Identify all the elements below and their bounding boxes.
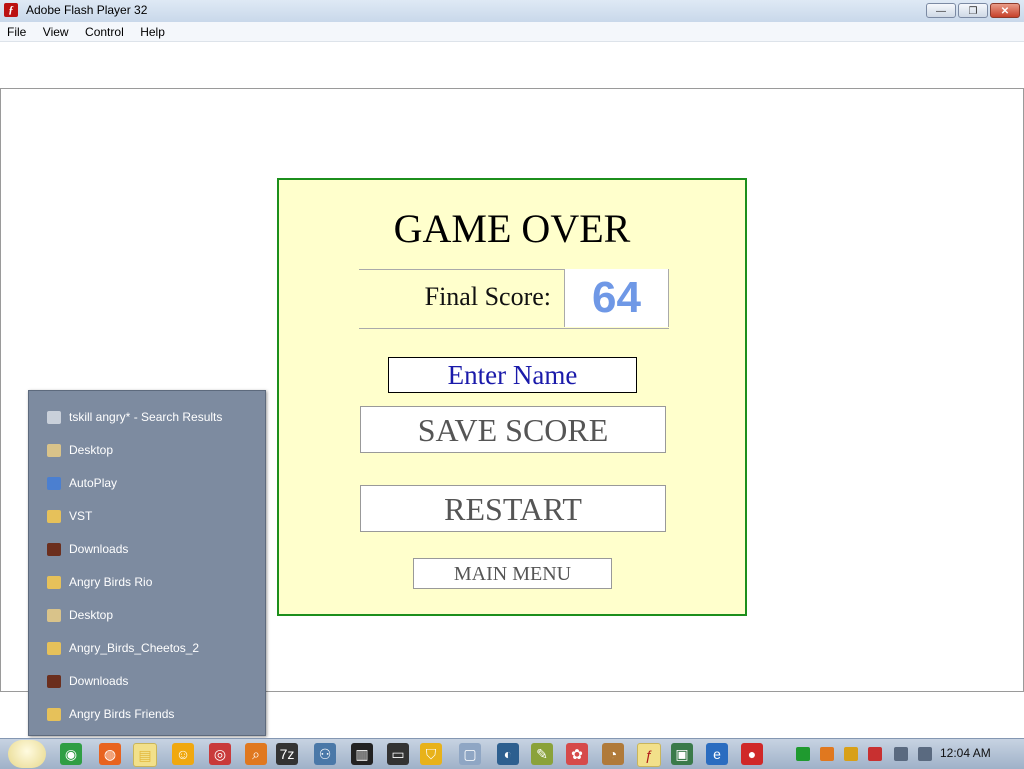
- window-icon[interactable]: ▢: [459, 743, 481, 765]
- menu-file[interactable]: File: [0, 22, 32, 40]
- palette-icon[interactable]: ◔: [602, 743, 624, 765]
- search-folder-icon: [47, 411, 61, 425]
- autoplay-icon: [47, 477, 61, 491]
- jump-list-item[interactable]: Angry_Birds_Cheetos_2: [47, 638, 199, 658]
- explorer-folder-icon[interactable]: ▤: [133, 743, 157, 767]
- jump-list-item-label: tskill angry* - Search Results: [69, 410, 223, 424]
- messenger-tray-icon[interactable]: [844, 747, 858, 761]
- desktop-folder-icon: [47, 609, 61, 623]
- jump-list-item-label: Angry_Birds_Cheetos_2: [69, 641, 200, 655]
- jump-list-item-label: VST: [69, 509, 93, 523]
- jump-list-item-label: Desktop: [69, 608, 114, 622]
- folder-icon: [47, 576, 61, 590]
- notepad-icon[interactable]: ✎: [531, 743, 553, 765]
- taskbar-jump-list: tskill angry* - Search Results Desktop Aut…: [28, 390, 266, 736]
- display-icon[interactable]: [894, 747, 908, 761]
- globe-icon[interactable]: ◐: [497, 743, 519, 765]
- 7zip-icon[interactable]: 7z: [276, 743, 298, 765]
- desktop-folder-icon: [47, 444, 61, 458]
- game-over-panel: GAME OVER Final Score: 64 SAVE SCORE RES…: [277, 178, 747, 616]
- tray-search-icon[interactable]: [820, 747, 834, 761]
- final-score-label: Final Score:: [424, 282, 551, 311]
- menu-view[interactable]: View: [37, 22, 75, 40]
- folder-icon: [47, 708, 61, 722]
- menu-bar: File View Control Help: [0, 22, 1024, 42]
- chrome-icon[interactable]: ◉: [60, 743, 82, 765]
- flash-player-app-icon[interactable]: ƒ: [4, 3, 18, 17]
- network-icon[interactable]: ⚇: [314, 743, 336, 765]
- folder-icon: [47, 510, 61, 524]
- jump-list-item[interactable]: Angry Birds Friends: [47, 704, 174, 724]
- jump-list-item-label: Downloads: [69, 674, 129, 688]
- final-score-box: Final Score: 64: [359, 269, 669, 329]
- jump-list-item[interactable]: VST: [47, 506, 92, 526]
- paint-icon[interactable]: ✿: [566, 743, 588, 765]
- downloads-folder-icon: [47, 675, 61, 689]
- maximize-button[interactable]: ❐: [958, 3, 988, 18]
- title-bar: ƒ Adobe Flash Player 32 — ❐ ✕: [0, 0, 1024, 23]
- menu-control[interactable]: Control: [79, 22, 130, 40]
- close-button[interactable]: ✕: [990, 3, 1020, 18]
- jump-list-item[interactable]: Downloads: [47, 539, 128, 559]
- console-icon[interactable]: ▭: [387, 743, 409, 765]
- angry-bird-icon[interactable]: ●: [741, 743, 763, 765]
- battery-icon[interactable]: [796, 747, 810, 761]
- folder-icon: [47, 642, 61, 656]
- final-score-value: 64: [564, 269, 669, 327]
- minimize-button[interactable]: —: [926, 3, 956, 18]
- restart-button[interactable]: RESTART: [360, 485, 666, 532]
- firefox-icon[interactable]: ◍: [99, 743, 121, 765]
- downloads-folder-icon: [47, 543, 61, 557]
- taskbar-clock[interactable]: 12:04 AM: [940, 746, 991, 760]
- jump-list-item[interactable]: Angry Birds Rio: [47, 572, 152, 592]
- security-shield-icon[interactable]: ⛉: [420, 743, 442, 765]
- camera-icon[interactable]: ◎: [209, 743, 231, 765]
- search-tool-icon[interactable]: ⌕: [245, 743, 267, 765]
- network-error-icon[interactable]: [868, 747, 882, 761]
- browser-icon[interactable]: e: [706, 743, 728, 765]
- jump-list-item-label: Angry Birds Friends: [69, 707, 175, 721]
- jump-list-item-label: Downloads: [69, 542, 129, 556]
- monitor-icon[interactable]: ▣: [671, 743, 693, 765]
- audio-mixer-icon[interactable]: ▥: [351, 743, 373, 765]
- main-menu-button[interactable]: MAIN MENU: [413, 558, 612, 589]
- jump-list-item[interactable]: Desktop: [47, 605, 113, 625]
- jump-list-item[interactable]: AutoPlay: [47, 473, 117, 493]
- jump-list-item-label: AutoPlay: [69, 476, 118, 490]
- save-score-button[interactable]: SAVE SCORE: [360, 406, 666, 453]
- game-over-title: GAME OVER: [393, 206, 631, 251]
- menu-help[interactable]: Help: [134, 22, 171, 40]
- taskbar: 12:04 AM ◉ ◍ ▤ ☺ ◎ ⌕ 7z ⚇ ▥ ▭ ⛉ ▢ ◐ ✎ ✿ ◔ ƒ ▣ e ●: [0, 738, 1024, 769]
- volume-icon[interactable]: [918, 747, 932, 761]
- jump-list-item-label: Angry Birds Rio: [69, 575, 153, 589]
- jump-list-item[interactable]: Downloads: [47, 671, 128, 691]
- start-button[interactable]: [8, 740, 46, 768]
- messenger-icon[interactable]: ☺: [172, 743, 194, 765]
- jump-list-item-label: Desktop: [69, 443, 114, 457]
- jump-list-item[interactable]: Desktop: [47, 440, 113, 460]
- name-input[interactable]: [388, 357, 637, 393]
- window-title: Adobe Flash Player 32: [26, 3, 148, 17]
- jump-list-item[interactable]: tskill angry* - Search Results: [47, 407, 222, 427]
- flash-player-icon[interactable]: ƒ: [637, 743, 661, 767]
